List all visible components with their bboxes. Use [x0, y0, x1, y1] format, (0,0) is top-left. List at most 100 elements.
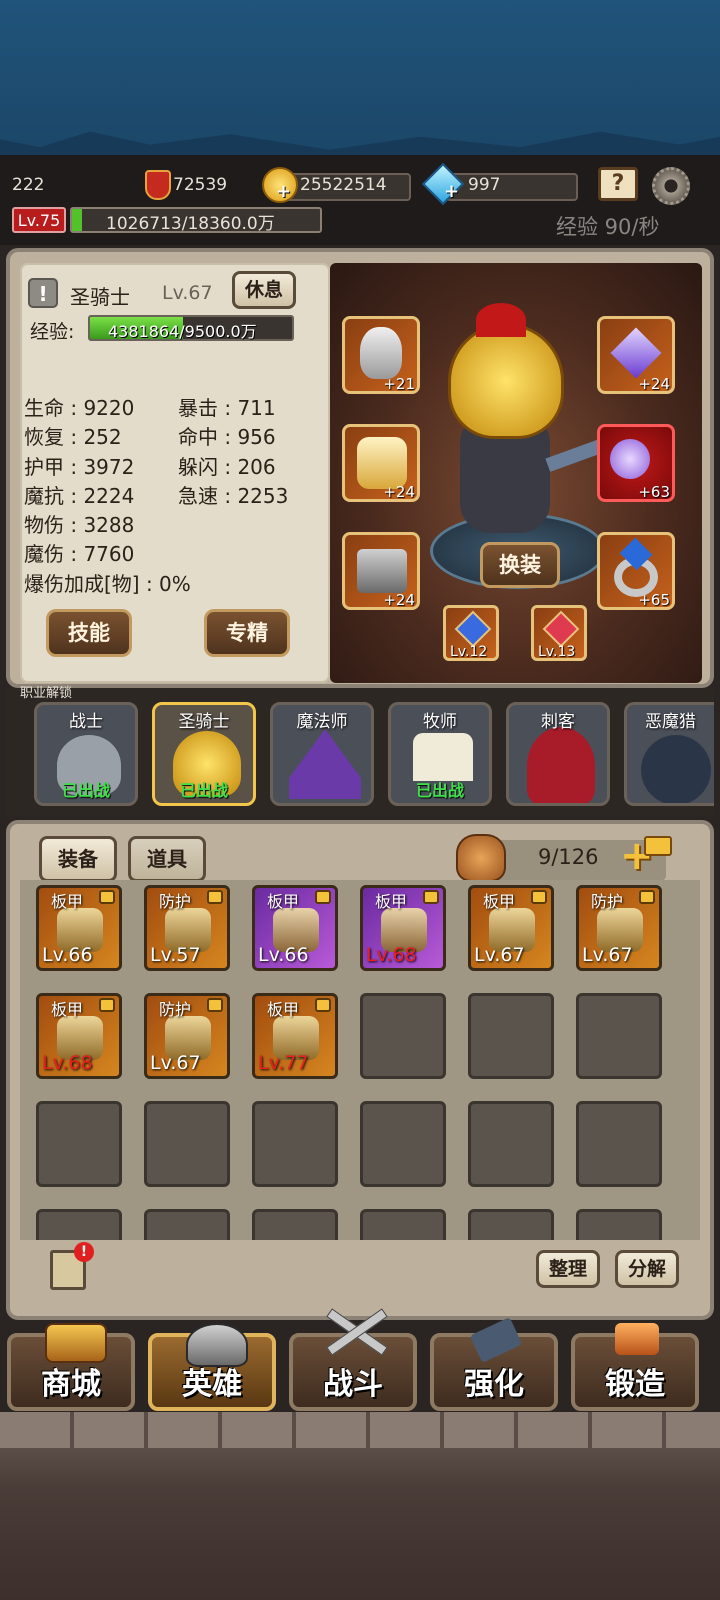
- armor-slot[interactable]: +24: [342, 424, 420, 502]
- empty-inventory-slot[interactable]: [252, 1209, 338, 1240]
- decompose-button[interactable]: 分解: [615, 1250, 679, 1288]
- nav-hero-label: 英雄: [182, 1367, 242, 1402]
- empty-inventory-slot[interactable]: [468, 1209, 554, 1240]
- empty-inventory-slot[interactable]: [144, 1209, 230, 1240]
- hero-level: Lv.67: [162, 282, 213, 304]
- inventory-item[interactable]: 板甲 Lv.68: [36, 993, 122, 1079]
- stat-regen: 恢复 : 252: [24, 425, 122, 450]
- item-type: 板甲: [267, 1000, 300, 1019]
- amulet-slot[interactable]: +24: [597, 316, 675, 394]
- lock-icon: [99, 890, 115, 904]
- alert-icon[interactable]: !: [28, 278, 58, 308]
- gold-value: 25522514: [300, 175, 387, 195]
- inventory-item[interactable]: 防护 Lv.57: [144, 885, 230, 971]
- inventory-item[interactable]: 防护 Lv.67: [576, 885, 662, 971]
- class-card-assassin[interactable]: 刺客: [506, 702, 610, 806]
- settings-gear-icon[interactable]: [652, 167, 690, 205]
- stat-armor: 护甲 : 3972: [24, 454, 135, 479]
- empty-inventory-slot[interactable]: [576, 1101, 662, 1187]
- class-card-paladin[interactable]: 圣骑士 已出战: [152, 702, 256, 806]
- item-level: Lv.57: [150, 944, 201, 966]
- gold-plus-icon[interactable]: +: [276, 181, 291, 202]
- helmet-slot[interactable]: +21: [342, 316, 420, 394]
- class-status: 已出战: [179, 781, 228, 800]
- nav-enhance[interactable]: 强化: [430, 1317, 558, 1411]
- guide-book-icon[interactable]: ?: [598, 167, 638, 201]
- video-ad-icon[interactable]: [644, 836, 672, 856]
- empty-inventory-slot[interactable]: [576, 1209, 662, 1240]
- item-level: Lv.77: [258, 1052, 309, 1074]
- rest-button[interactable]: 休息: [232, 271, 296, 309]
- stone-floor-background: [0, 1412, 720, 1600]
- tab-items[interactable]: 道具: [128, 836, 206, 882]
- item-level: Lv.68: [42, 1052, 93, 1074]
- class-card-priest[interactable]: 牧师 已出战: [388, 702, 492, 806]
- specialize-button[interactable]: 专精: [204, 609, 290, 657]
- hero-class-name: 圣骑士: [70, 285, 130, 309]
- stat-crit-dmg-bonus: 爆伤加成[物] : 0%: [24, 571, 191, 596]
- empty-inventory-slot[interactable]: [468, 1101, 554, 1187]
- power-shield-icon: [145, 170, 171, 200]
- class-card-demon-hunter[interactable]: 恶魔猎: [624, 702, 714, 806]
- nav-forge-label: 锻造: [605, 1367, 665, 1402]
- tab-equipment[interactable]: 装备: [39, 836, 117, 882]
- gem-plus-icon[interactable]: +: [444, 181, 459, 202]
- item-type: 防护: [591, 892, 624, 911]
- empty-inventory-slot[interactable]: [36, 1209, 122, 1240]
- class-name: 牧师: [423, 712, 457, 732]
- item-level: Lv.66: [42, 944, 93, 966]
- inventory-item[interactable]: 板甲 Lv.77: [252, 993, 338, 1079]
- armor-enhance-level: +24: [383, 483, 415, 501]
- boots-slot[interactable]: +24: [342, 532, 420, 610]
- class-status: 已出战: [415, 781, 464, 800]
- class-card-warrior[interactable]: 战士 已出战: [34, 702, 138, 806]
- player-level-badge: Lv.75: [12, 207, 66, 233]
- nav-forge[interactable]: 锻造: [571, 1323, 699, 1411]
- mace-icon: [610, 439, 650, 479]
- class-status: 已出战: [61, 781, 110, 800]
- empty-inventory-slot[interactable]: [252, 1101, 338, 1187]
- exp-rate: 经验 90/秒: [556, 215, 660, 239]
- empty-inventory-slot[interactable]: [468, 993, 554, 1079]
- change-outfit-button[interactable]: 换装: [480, 542, 560, 588]
- empty-inventory-slot[interactable]: [360, 993, 446, 1079]
- stat-magic-resist: 魔抗 : 2224: [24, 483, 135, 508]
- inventory-item[interactable]: 防护 Lv.67: [144, 993, 230, 1079]
- boots-icon: [357, 549, 407, 593]
- gem-slot-2[interactable]: Lv.13: [531, 605, 587, 661]
- inventory-item[interactable]: 板甲 Lv.67: [468, 885, 554, 971]
- lock-icon: [207, 998, 223, 1012]
- class-name: 战士: [69, 712, 103, 732]
- stat-physical-dmg: 物伤 : 3288: [24, 513, 135, 538]
- amulet-icon: [610, 327, 662, 379]
- backpack-icon: [456, 834, 506, 882]
- lock-icon: [423, 890, 439, 904]
- empty-inventory-slot[interactable]: [144, 1101, 230, 1187]
- skills-button[interactable]: 技能: [46, 609, 132, 657]
- class-card-mage[interactable]: 魔法师: [270, 702, 374, 806]
- stat-hit: 命中 : 956: [178, 425, 276, 450]
- stats-left-column: 生命 : 9220 恢复 : 252 护甲 : 3972 魔抗 : 2224 物…: [24, 394, 191, 599]
- player-id: 222: [12, 175, 45, 195]
- empty-inventory-slot[interactable]: [576, 993, 662, 1079]
- ring-slot[interactable]: +65: [597, 532, 675, 610]
- mage-hat-icon: [289, 729, 361, 799]
- helmet-enhance-level: +21: [383, 375, 415, 393]
- empty-inventory-slot[interactable]: [360, 1101, 446, 1187]
- inventory-item[interactable]: 板甲 Lv.66: [36, 885, 122, 971]
- sort-button[interactable]: 整理: [536, 1250, 600, 1288]
- nav-hero[interactable]: 英雄: [148, 1323, 276, 1411]
- empty-inventory-slot[interactable]: [360, 1209, 446, 1240]
- nav-battle[interactable]: 战斗: [289, 1308, 417, 1411]
- gem-slot-1[interactable]: Lv.12: [443, 605, 499, 661]
- nav-shop-label: 商城: [41, 1367, 101, 1402]
- assassin-hood-icon: [527, 727, 595, 803]
- inventory-item[interactable]: 板甲 Lv.66: [252, 885, 338, 971]
- weapon-slot[interactable]: +63: [597, 424, 675, 502]
- empty-inventory-slot[interactable]: [36, 1101, 122, 1187]
- gem-1-level: Lv.12: [450, 644, 488, 660]
- power-value: 72539: [173, 175, 228, 195]
- nav-enhance-label: 强化: [464, 1367, 524, 1402]
- inventory-item[interactable]: 板甲 Lv.68: [360, 885, 446, 971]
- nav-shop[interactable]: 商城: [7, 1323, 135, 1411]
